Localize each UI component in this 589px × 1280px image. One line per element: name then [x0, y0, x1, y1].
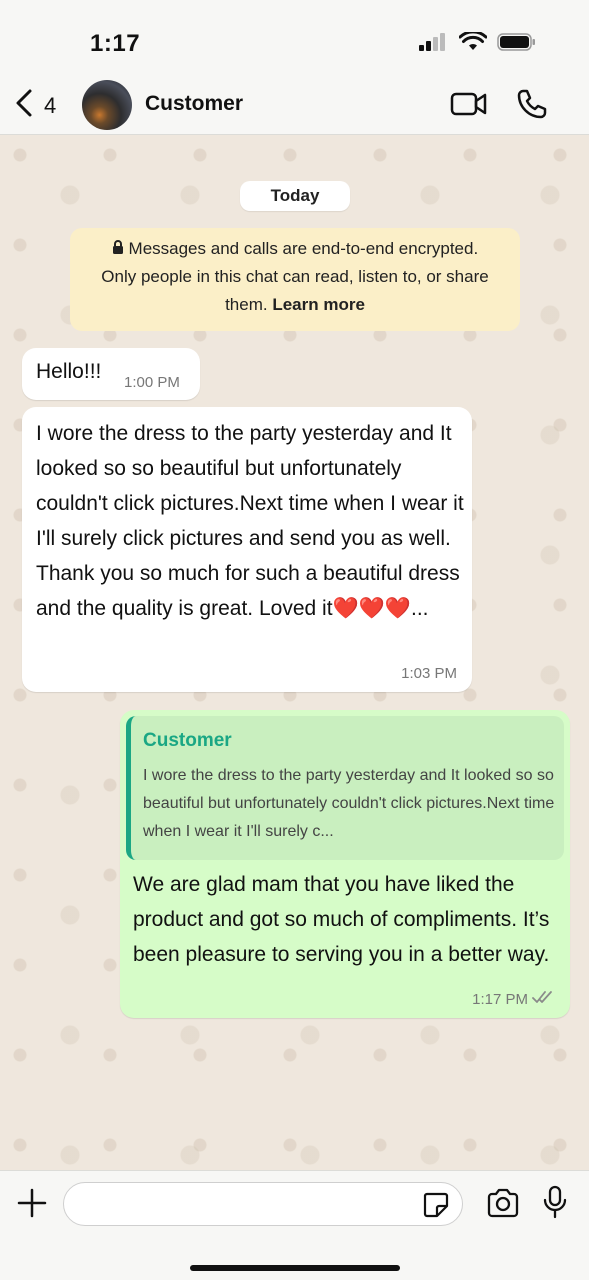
message-time: 1:17 PM [472, 990, 528, 1008]
quoted-sender: Customer [143, 730, 232, 751]
home-indicator [190, 1265, 400, 1271]
chat-header: 4 Customer [0, 80, 589, 135]
status-time: 1:17 [90, 30, 141, 57]
quoted-message[interactable]: Customer I wore the dress to the party y… [126, 716, 564, 860]
message-composer [0, 1170, 589, 1280]
encryption-notice-line3: them. Learn more [225, 295, 365, 314]
message-bubble-outgoing[interactable]: Customer I wore the dress to the party y… [120, 710, 570, 1018]
camera-icon[interactable] [486, 1188, 520, 1223]
message-time: 1:00 PM [124, 374, 180, 391]
message-bubble-incoming[interactable]: Hello!!! 1:00 PM [22, 348, 200, 400]
message-bubble-incoming[interactable]: I wore the dress to the party yesterday … [22, 407, 472, 692]
chevron-left-icon [14, 88, 34, 123]
status-bar: 1:17 [0, 0, 589, 80]
message-text: We are glad mam that you have liked the … [133, 873, 550, 966]
message-meta: 1:17 PM [472, 990, 554, 1008]
avatar[interactable] [82, 80, 132, 130]
chat-area[interactable]: Today Messages and calls are end-to-end … [0, 135, 589, 1170]
quoted-text: I wore the dress to the party yesterday … [143, 767, 555, 840]
encryption-notice[interactable]: Messages and calls are end-to-end encryp… [70, 228, 520, 331]
hearts-emoji: ❤️❤️❤️ [332, 597, 411, 620]
plus-icon[interactable] [16, 1187, 48, 1224]
message-text: I wore the dress to the party yesterday … [36, 422, 464, 620]
back-button[interactable]: 4 [14, 88, 56, 123]
phone-call-icon[interactable] [516, 88, 548, 125]
learn-more-link[interactable]: Learn more [272, 295, 365, 314]
contact-name[interactable]: Customer [145, 92, 243, 116]
encryption-notice-line2: Only people in this chat can read, liste… [101, 267, 489, 286]
message-text: Hello!!! [36, 360, 102, 383]
cellular-signal-icon [419, 32, 449, 57]
lock-icon [112, 239, 129, 258]
encryption-notice-line1: Messages and calls are end-to-end encryp… [70, 235, 520, 263]
read-double-check-icon [532, 990, 554, 1008]
date-chip: Today [240, 181, 350, 211]
message-input[interactable] [63, 1182, 463, 1226]
microphone-icon[interactable] [543, 1185, 567, 1224]
wifi-icon [458, 30, 488, 57]
status-icons [419, 30, 537, 57]
battery-icon [497, 32, 537, 57]
message-time: 1:03 PM [401, 665, 457, 682]
unread-count: 4 [44, 92, 57, 118]
sticker-icon[interactable] [423, 1192, 449, 1223]
video-call-icon[interactable] [450, 90, 488, 123]
message-ellipsis: ... [410, 597, 429, 620]
